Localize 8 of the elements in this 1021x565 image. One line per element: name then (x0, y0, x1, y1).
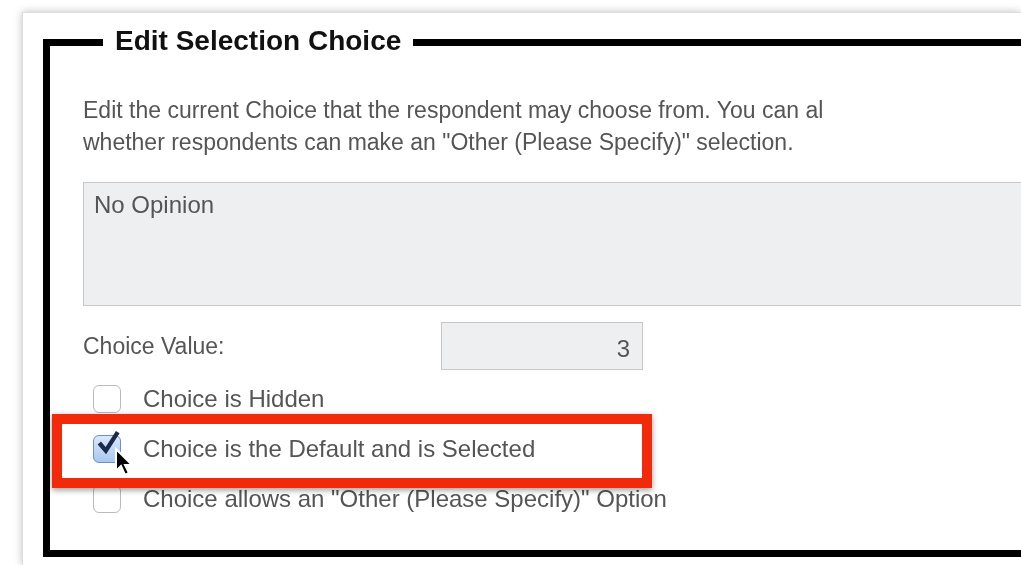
description-text: Edit the current Choice that the respondent may choose from. You can al whether respondents can make an "Other (Please Specify)" selection. (83, 96, 825, 157)
checkbox[interactable] (93, 385, 121, 413)
checkbox-label: Choice is the Default and is Selected (143, 435, 536, 463)
checkbox-label: Choice is Hidden (143, 385, 325, 413)
choice-value-field[interactable]: 3 (441, 322, 643, 370)
choice-value-label: Choice Value: (83, 332, 226, 360)
choice-text-field[interactable]: No Opinion (83, 182, 1021, 306)
checkbox-label: Choice allows an "Other (Please Specify)" Option (143, 485, 667, 513)
